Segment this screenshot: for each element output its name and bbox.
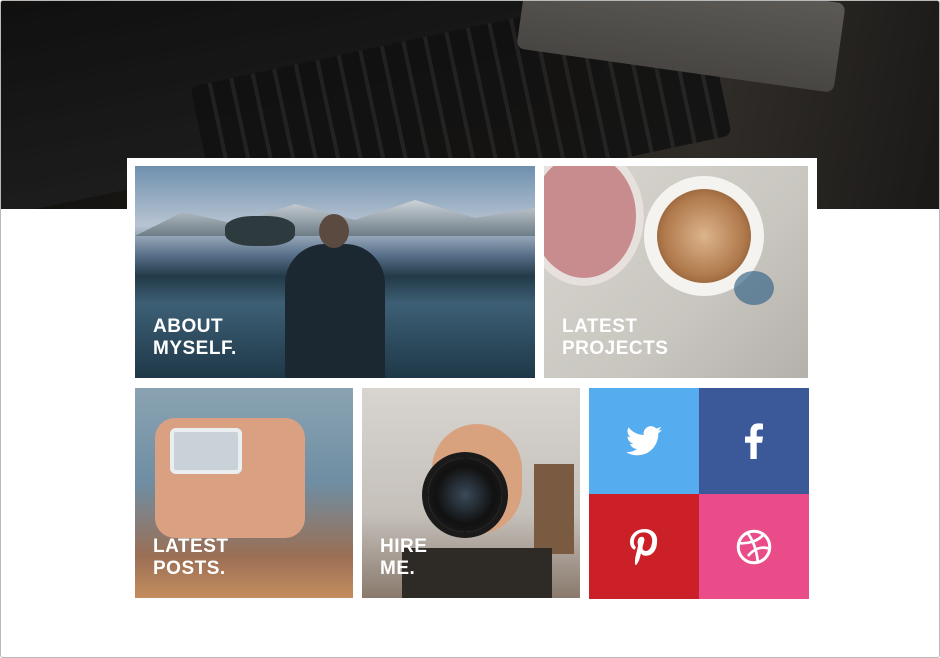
tile-label-line1: HIRE bbox=[380, 536, 428, 557]
tile-label-line2: MYSELF. bbox=[153, 338, 237, 359]
tile-label-line2: ME. bbox=[380, 558, 416, 579]
dribbble-button[interactable] bbox=[699, 494, 809, 599]
pinterest-button[interactable] bbox=[589, 494, 699, 599]
pinterest-icon bbox=[630, 528, 658, 565]
tile-latest-posts[interactable]: LATEST POSTS. bbox=[135, 388, 353, 598]
tile-label-line1: LATEST bbox=[562, 316, 638, 337]
tile-label: HIRE ME. bbox=[380, 536, 427, 580]
person-figure bbox=[285, 214, 385, 378]
twitter-button[interactable] bbox=[589, 388, 699, 494]
facebook-button[interactable] bbox=[699, 388, 809, 494]
tile-label-line2: PROJECTS bbox=[562, 338, 669, 359]
page-frame: ABOUT MYSELF. LATEST PROJECTS LATEST POS… bbox=[0, 0, 940, 658]
tile-label: LATEST POSTS. bbox=[153, 536, 228, 580]
facebook-icon bbox=[745, 423, 763, 459]
tile-hire-me[interactable]: HIRE ME. bbox=[362, 388, 580, 598]
twitter-icon bbox=[626, 426, 662, 456]
tile-label: LATEST PROJECTS bbox=[562, 316, 668, 360]
dribbble-icon bbox=[736, 529, 772, 564]
tile-label-line2: POSTS. bbox=[153, 558, 226, 579]
tile-grid: ABOUT MYSELF. LATEST PROJECTS LATEST POS… bbox=[127, 158, 817, 606]
tile-latest-projects[interactable]: LATEST PROJECTS bbox=[544, 166, 808, 378]
tile-about-myself[interactable]: ABOUT MYSELF. bbox=[135, 166, 535, 378]
tile-label: ABOUT MYSELF. bbox=[153, 316, 237, 360]
tile-label-line1: ABOUT bbox=[153, 316, 224, 337]
tile-label-line1: LATEST bbox=[153, 536, 229, 557]
